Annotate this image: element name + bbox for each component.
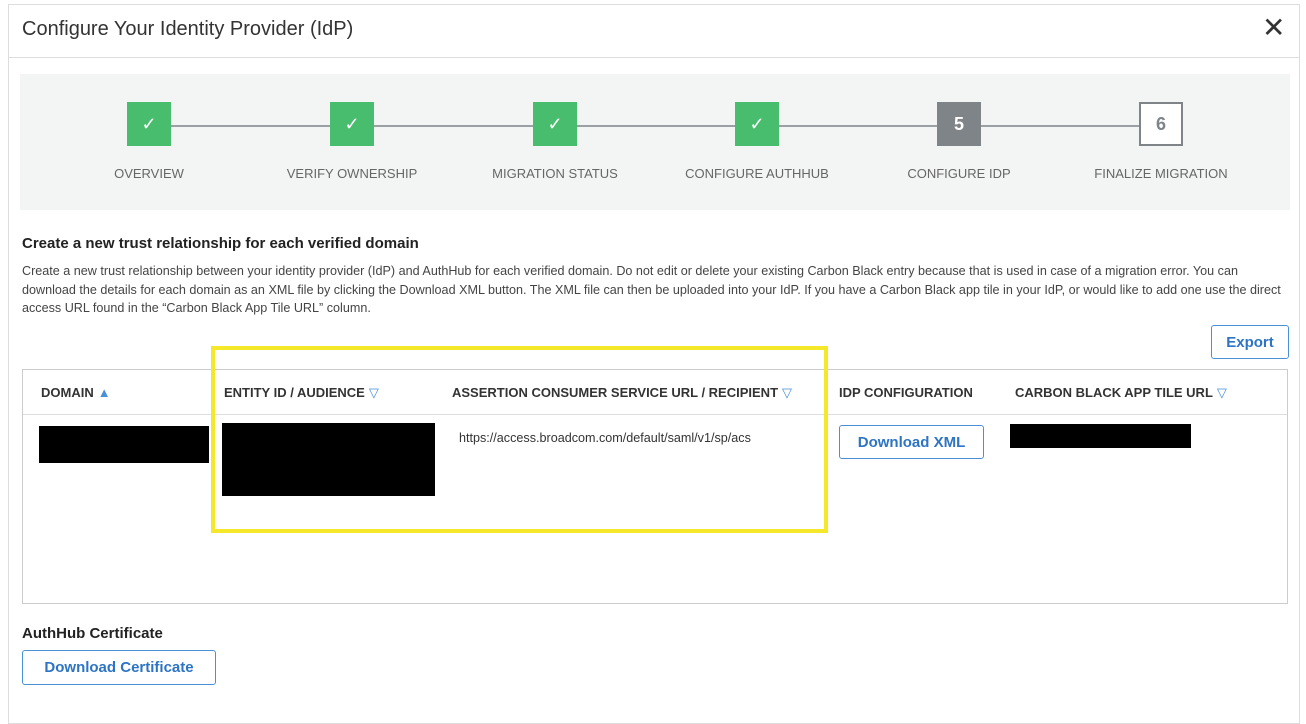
sort-icon[interactable]: ▽ <box>1217 385 1227 400</box>
column-app-tile-url[interactable]: CARBON BLACK APP TILE URL ▽ <box>1015 385 1227 401</box>
certificate-label: AuthHub Certificate <box>22 625 163 642</box>
column-label: CARBON BLACK APP TILE URL <box>1015 385 1213 400</box>
sort-icon[interactable]: ▽ <box>782 385 792 400</box>
column-label: DOMAIN <box>41 385 94 400</box>
section-heading: Create a new trust relationship for each… <box>22 235 419 252</box>
column-entity-id[interactable]: ENTITY ID / AUDIENCE ▽ <box>224 385 379 401</box>
dialog-title: Configure Your Identity Provider (IdP) <box>22 18 354 40</box>
export-button[interactable]: Export <box>1211 325 1289 359</box>
acs-url: https://access.broadcom.com/default/saml… <box>459 431 751 445</box>
step-configure-idp: 5 CONFIGURE IDP <box>859 102 1059 181</box>
step-label: FINALIZE MIGRATION <box>1094 166 1228 181</box>
column-acs-url[interactable]: ASSERTION CONSUMER SERVICE URL / RECIPIE… <box>452 385 792 401</box>
check-icon: ✓ <box>533 102 577 146</box>
step-overview: ✓ OVERVIEW <box>49 102 249 181</box>
download-xml-button[interactable]: Download XML <box>839 425 984 459</box>
step-finalize-migration: 6 FINALIZE MIGRATION <box>1061 102 1261 181</box>
step-label: VERIFY OWNERSHIP <box>286 166 418 181</box>
close-icon[interactable]: ✕ <box>1262 14 1285 42</box>
section-description: Create a new trust relationship between … <box>22 264 1281 315</box>
step-configure-authhub: ✓ CONFIGURE AUTHHUB <box>657 102 857 181</box>
check-icon: ✓ <box>735 102 779 146</box>
step-label: MIGRATION STATUS <box>492 166 618 181</box>
table-header: DOMAIN ▲ ENTITY ID / AUDIENCE ▽ ASSERTION … <box>23 370 1287 415</box>
header-divider <box>8 57 1300 58</box>
column-label: ENTITY ID / AUDIENCE <box>224 385 365 400</box>
step-migration-status: ✓ MIGRATION STATUS <box>455 102 655 181</box>
sort-asc-icon[interactable]: ▲ <box>98 385 111 400</box>
step-number: 5 <box>937 102 981 146</box>
sort-icon[interactable]: ▽ <box>369 385 379 400</box>
step-label: OVERVIEW <box>114 166 184 181</box>
redacted-entity-id <box>222 423 435 496</box>
column-idp-config: IDP CONFIGURATION <box>839 385 973 400</box>
check-icon: ✓ <box>127 102 171 146</box>
column-domain[interactable]: DOMAIN ▲ <box>41 385 111 400</box>
column-label: IDP CONFIGURATION <box>839 385 973 400</box>
step-label: CONFIGURE AUTHHUB <box>685 166 829 181</box>
redacted-domain <box>39 426 209 463</box>
step-verify-ownership: ✓ VERIFY OWNERSHIP <box>252 102 452 181</box>
download-certificate-button[interactable]: Download Certificate <box>22 650 216 685</box>
column-label: ASSERTION CONSUMER SERVICE URL / RECIPIE… <box>452 385 779 400</box>
redacted-app-tile-url <box>1010 424 1191 448</box>
check-icon: ✓ <box>330 102 374 146</box>
step-number: 6 <box>1139 102 1183 146</box>
step-label: CONFIGURE IDP <box>907 166 1011 181</box>
domain-table: DOMAIN ▲ ENTITY ID / AUDIENCE ▽ ASSERTION … <box>22 369 1288 604</box>
